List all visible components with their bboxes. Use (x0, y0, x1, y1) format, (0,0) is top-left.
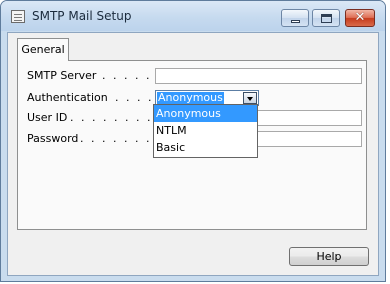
maximize-button[interactable] (312, 9, 340, 27)
authentication-dropdown-list[interactable]: Anonymous NTLM Basic (153, 104, 258, 158)
dropdown-option-basic[interactable]: Basic (154, 139, 257, 156)
smtp-server-leader-dots: . . . . . . (102, 69, 163, 82)
table-icon[interactable] (11, 10, 25, 23)
tab-general[interactable]: General (17, 38, 69, 61)
window-title: SMTP Mail Setup (32, 9, 132, 23)
smtp-server-label: SMTP Server (27, 69, 97, 82)
minimize-icon (291, 20, 300, 23)
dropdown-option-ntlm[interactable]: NTLM (154, 122, 257, 139)
maximize-icon (321, 14, 332, 23)
help-button[interactable]: Help (289, 247, 369, 266)
minimize-button[interactable] (281, 9, 309, 27)
authentication-label: Authentication (27, 91, 108, 104)
title-bar[interactable]: SMTP Mail Setup ✕ (1, 1, 385, 31)
close-icon: ✕ (354, 10, 366, 25)
chevron-down-icon[interactable] (243, 92, 257, 104)
user-id-label: User ID (27, 111, 68, 124)
smtp-server-input[interactable] (155, 68, 362, 84)
authentication-selected-value: Anonymous (157, 91, 224, 104)
dropdown-option-anonymous[interactable]: Anonymous (154, 105, 257, 122)
password-label: Password (27, 132, 79, 145)
close-button[interactable]: ✕ (345, 9, 375, 27)
